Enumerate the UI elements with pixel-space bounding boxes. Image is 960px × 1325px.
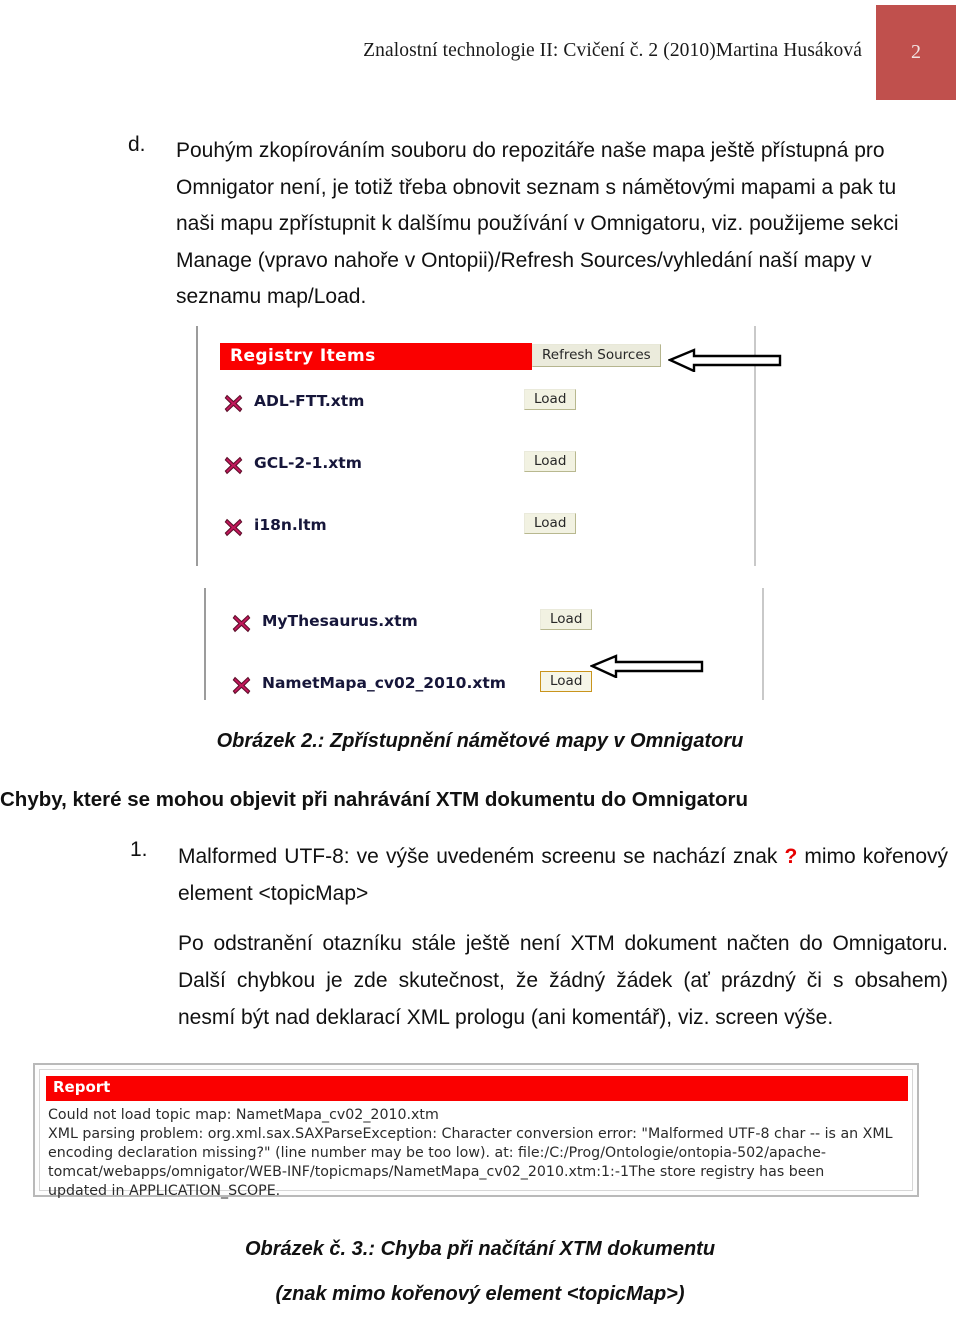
annotation-arrow-left-icon (590, 654, 704, 678)
delete-x-icon[interactable] (224, 518, 243, 537)
registry-row-1: ADL-FTT.xtm Load (198, 388, 754, 432)
registry-item-name: GCL-2-1.xtm (254, 454, 362, 472)
caption-figure-3-line2: (znak mimo kořenový element <topicMap>) (275, 1283, 685, 1305)
list-marker-d: d. (128, 133, 146, 156)
paragraph-2: Po odstranění otazníku stále ještě není … (178, 932, 948, 1029)
report-title-bar: Report (46, 1076, 908, 1101)
report-message: Could not load topic map: NametMapa_cv02… (48, 1106, 914, 1201)
list-item-1-text: Malformed UTF-8: ve výše uvedeném screen… (178, 838, 948, 912)
figure-report-screenshot: Report Could not load topic map: NametMa… (33, 1063, 919, 1199)
delete-x-icon[interactable] (224, 456, 243, 475)
registry-row-4: MyThesaurus.xtm Load (206, 608, 762, 652)
delete-x-icon[interactable] (232, 614, 251, 633)
report-inner-frame: Report Could not load topic map: NametMa… (39, 1069, 913, 1199)
load-button[interactable]: Load (524, 389, 577, 410)
caption-figure-2: Obrázek 2.: Zpřístupnění námětové mapy v… (216, 730, 744, 752)
caption-figure-3-line1: Obrázek č. 3.: Chyba při načítání XTM do… (244, 1238, 716, 1260)
errors-heading: Chyby, které se mohou objevit při nahráv… (0, 788, 748, 811)
question-mark-highlight: ? (784, 845, 798, 868)
list-item-d: d. Pouhým zkopírováním souboru do repozi… (128, 133, 918, 316)
report-line: encoding declaration missing?" (line num… (48, 1145, 827, 1161)
annotation-arrow-left-icon (668, 348, 782, 372)
registry-item-name: ADL-FTT.xtm (254, 392, 365, 410)
registry-items-title-bar: Registry Items (220, 343, 532, 370)
page-title: Znalostní technologie II: Cvičení č. 2 (… (363, 40, 862, 61)
registry-items-title: Registry Items (230, 346, 376, 366)
registry-item-name: MyThesaurus.xtm (262, 612, 418, 630)
delete-x-icon[interactable] (232, 676, 251, 695)
item1-text-before: Malformed UTF-8: ve výše uvedeném screen… (178, 845, 785, 868)
page-number: 2 (911, 41, 921, 63)
registry-item-name: i18n.ltm (254, 516, 327, 534)
registry-item-name: NametMapa_cv02_2010.xtm (262, 674, 506, 692)
refresh-sources-button[interactable]: Refresh Sources (532, 344, 661, 367)
report-title: Report (53, 1078, 111, 1096)
list-item-1: 1. Malformed UTF-8: ve výše uvedeném scr… (130, 838, 948, 912)
registry-panel-bottom-fragment: MyThesaurus.xtm Load NametMapa_cv02_2010… (204, 588, 764, 700)
report-line: tomcat/webapps/omnigator/WEB-INF/topicma… (48, 1164, 825, 1180)
registry-row-3: i18n.ltm Load (198, 512, 754, 556)
report-line: XML parsing problem: org.xml.sax.SAXPars… (48, 1126, 893, 1142)
report-line: Could not load topic map: NametMapa_cv02… (48, 1107, 439, 1123)
load-button[interactable]: Load (540, 609, 593, 630)
page-header: Znalostní technologie II: Cvičení č. 2 (… (0, 0, 960, 108)
registry-row-2: GCL-2-1.xtm Load (198, 450, 754, 494)
figure-registry-items-screenshot: Registry Items Refresh Sources ADL-FTT.x… (196, 326, 782, 706)
delete-x-icon[interactable] (224, 394, 243, 413)
report-line: updated in APPLICATION_SCOPE. (48, 1183, 281, 1199)
load-button[interactable]: Load (524, 451, 577, 472)
load-button-highlighted[interactable]: Load (540, 671, 593, 692)
load-button[interactable]: Load (524, 513, 577, 534)
list-marker-1: 1. (130, 838, 148, 861)
list-item-d-text: Pouhým zkopírováním souboru do repozitář… (176, 139, 899, 308)
